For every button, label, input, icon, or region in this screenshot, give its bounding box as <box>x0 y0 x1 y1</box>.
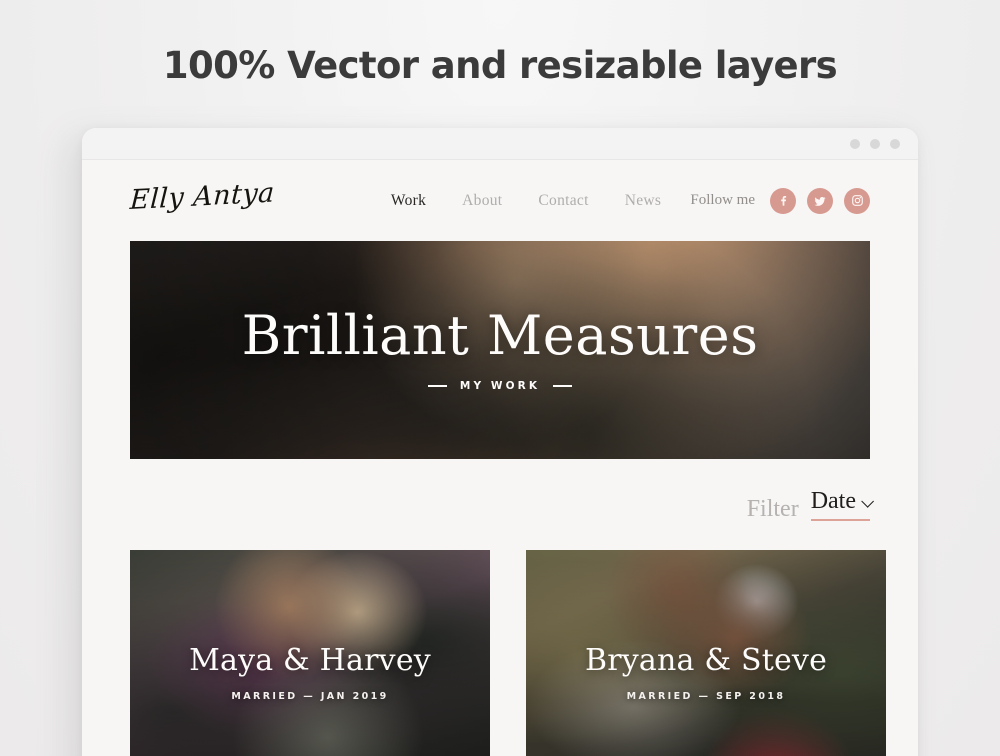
nav-item-work[interactable]: Work <box>391 192 426 210</box>
window-dot-1[interactable] <box>850 138 860 149</box>
project-caption: Bryana & Steve MARRIED — SEP 2018 <box>526 643 886 703</box>
site-header: Elly Antya Work About Contact News Follo… <box>82 160 918 241</box>
nav-item-news[interactable]: News <box>625 192 662 210</box>
nav-item-about[interactable]: About <box>462 192 502 210</box>
nav-item-contact[interactable]: Contact <box>538 192 588 210</box>
filter-dropdown[interactable]: Date <box>810 488 874 521</box>
website-page: Elly Antya Work About Contact News Follo… <box>82 160 918 756</box>
window-controls <box>850 138 900 149</box>
project-meta: MARRIED — SEP 2018 <box>626 691 786 702</box>
project-title: Maya & Harvey <box>189 643 431 678</box>
follow-group: Follow me <box>690 187 870 214</box>
filter-label: Filter <box>746 496 799 522</box>
main-nav: Work About Contact News <box>391 192 661 210</box>
hero-overlay: Brilliant Measures MY WORK <box>130 241 870 459</box>
page-title: 100% Vector and resizable layers <box>162 44 838 87</box>
instagram-icon[interactable] <box>844 187 870 214</box>
window-dot-3[interactable] <box>890 138 900 149</box>
window-dot-2[interactable] <box>870 138 880 149</box>
divider-right <box>553 384 573 387</box>
twitter-icon[interactable] <box>807 187 833 214</box>
browser-titlebar <box>82 128 918 160</box>
facebook-icon[interactable] <box>770 187 796 214</box>
project-card-maya-harvey[interactable]: Maya & Harvey MARRIED — JAN 2019 <box>130 550 490 756</box>
project-caption: Maya & Harvey MARRIED — JAN 2019 <box>130 643 490 703</box>
project-card-bryana-steve[interactable]: Bryana & Steve MARRIED — SEP 2018 <box>526 550 886 756</box>
filter-bar: Filter Date <box>82 481 918 521</box>
divider-left <box>427 384 447 387</box>
chevron-down-icon <box>861 495 874 508</box>
project-meta: MARRIED — JAN 2019 <box>231 691 389 702</box>
brand-logo[interactable]: Elly Antya <box>129 177 275 216</box>
hero-subtitle: MY WORK <box>459 379 541 392</box>
follow-label: Follow me <box>690 192 755 208</box>
hero-subtitle-row: MY WORK <box>427 379 573 392</box>
browser-window: Elly Antya Work About Contact News Follo… <box>82 128 918 756</box>
project-title: Bryana & Steve <box>584 643 828 678</box>
hero-title: Brilliant Measures <box>241 303 759 367</box>
filter-selected-value: Date <box>810 488 856 514</box>
project-grid: Maya & Harvey MARRIED — JAN 2019 Bryana … <box>82 550 918 756</box>
hero-banner: Brilliant Measures MY WORK <box>130 241 870 459</box>
